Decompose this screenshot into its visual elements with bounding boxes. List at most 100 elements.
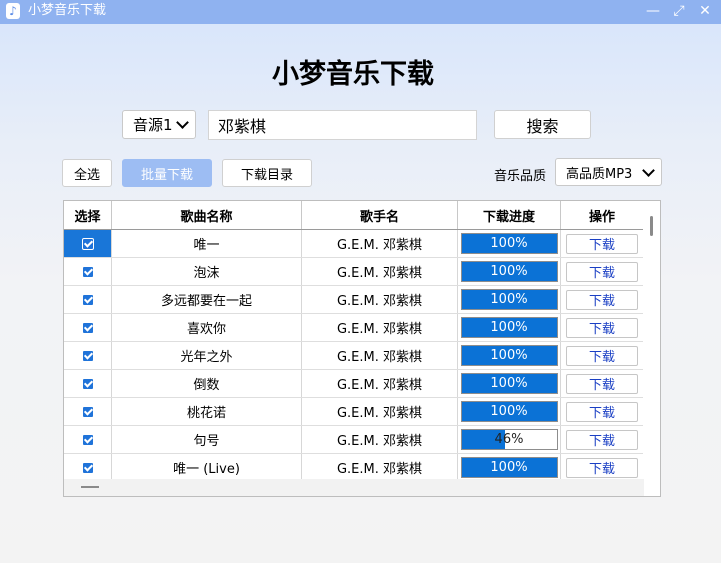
table-row[interactable]: 泡沫 G.E.M. 邓紫棋 100% 下载 xyxy=(64,258,644,286)
table-row[interactable]: 唯一 G.E.M. 邓紫棋 100% 下载 xyxy=(64,230,644,258)
table-body: 唯一 G.E.M. 邓紫棋 100% 下载 泡沫 G.E.M. 邓紫棋 100% 下载 多远都要… xyxy=(64,230,644,482)
horizontal-scrollbar[interactable] xyxy=(64,479,644,496)
table-row[interactable]: 倒数 G.E.M. 邓紫棋 100% 下载 xyxy=(64,370,644,398)
vertical-scrollbar[interactable] xyxy=(643,201,660,480)
header-select: 选择 xyxy=(64,201,112,229)
song-name-cell: 唯一 xyxy=(112,230,302,257)
progress-cell: 100% xyxy=(458,370,561,397)
table-row[interactable]: 光年之外 G.E.M. 邓紫棋 100% 下载 xyxy=(64,342,644,370)
horizontal-scroll-thumb[interactable] xyxy=(81,486,99,488)
download-progress-bar: 100% xyxy=(460,233,558,254)
select-all-label: 全选 xyxy=(73,167,100,183)
search-button[interactable]: 搜索 xyxy=(494,110,591,139)
header-action: 操作 xyxy=(561,201,644,229)
header-artist: 歌手名 xyxy=(302,201,458,229)
download-button[interactable]: 下载 xyxy=(566,457,638,478)
select-cell[interactable] xyxy=(64,258,112,285)
table-row[interactable]: 多远都要在一起 G.E.M. 邓紫棋 100% 下载 xyxy=(64,286,644,314)
select-cell[interactable] xyxy=(64,230,112,257)
download-button[interactable]: 下载 xyxy=(566,317,638,338)
download-button[interactable]: 下载 xyxy=(566,289,638,310)
checkbox-checked-icon[interactable] xyxy=(81,433,94,446)
minimize-icon[interactable]: — xyxy=(640,0,666,24)
checkbox-checked-icon[interactable] xyxy=(81,237,94,250)
close-icon[interactable]: ✕ xyxy=(692,0,718,24)
search-input[interactable]: 邓紫棋 xyxy=(208,110,477,140)
select-cell[interactable] xyxy=(64,426,112,453)
chevron-down-icon xyxy=(176,116,189,129)
progress-cell: 100% xyxy=(458,454,561,481)
quality-select-value: 高品质MP3 xyxy=(566,166,633,182)
music-note-icon: ♪ xyxy=(6,3,20,19)
download-button[interactable]: 下载 xyxy=(566,373,638,394)
table-row[interactable]: 桃花诺 G.E.M. 邓紫棋 100% 下载 xyxy=(64,398,644,426)
search-button-label: 搜索 xyxy=(526,116,559,136)
quality-select[interactable]: 高品质MP3 xyxy=(555,158,662,186)
checkbox-checked-icon[interactable] xyxy=(81,293,94,306)
song-name-cell: 句号 xyxy=(112,426,302,453)
song-name-cell: 泡沫 xyxy=(112,258,302,285)
select-cell[interactable] xyxy=(64,454,112,481)
song-name-cell: 喜欢你 xyxy=(112,314,302,341)
checkbox-checked-icon[interactable] xyxy=(81,321,94,334)
page-title: 小梦音乐下载 xyxy=(272,59,434,90)
checkbox-checked-icon[interactable] xyxy=(81,461,94,474)
artist-cell: G.E.M. 邓紫棋 xyxy=(302,426,458,453)
artist-cell: G.E.M. 邓紫棋 xyxy=(302,454,458,481)
progress-cell: 100% xyxy=(458,230,561,257)
download-button[interactable]: 下载 xyxy=(566,345,638,366)
download-directory-button[interactable]: 下载目录 xyxy=(222,159,312,187)
table-row[interactable]: 唯一 (Live) G.E.M. 邓紫棋 100% 下载 xyxy=(64,454,644,482)
select-cell[interactable] xyxy=(64,286,112,313)
download-progress-bar: 100% xyxy=(460,289,558,310)
download-button[interactable]: 下载 xyxy=(566,401,638,422)
song-name-cell: 桃花诺 xyxy=(112,398,302,425)
progress-text: 100% xyxy=(490,264,528,279)
header-progress: 下载进度 xyxy=(458,201,561,229)
source-select[interactable]: 音源1 xyxy=(122,110,196,139)
select-cell[interactable] xyxy=(64,398,112,425)
artist-cell: G.E.M. 邓紫棋 xyxy=(302,342,458,369)
progress-cell: 100% xyxy=(458,342,561,369)
action-cell: 下载 xyxy=(561,398,644,425)
progress-text: 100% xyxy=(490,236,528,251)
download-button[interactable]: 下载 xyxy=(566,233,638,254)
vertical-scroll-thumb[interactable] xyxy=(650,216,653,236)
artist-cell: G.E.M. 邓紫棋 xyxy=(302,398,458,425)
song-table: 选择 歌曲名称 歌手名 下载进度 操作 唯一 G.E.M. 邓紫棋 100% 下载 泡沫… xyxy=(63,200,661,497)
restore-icon[interactable]: ⤢ xyxy=(666,0,692,24)
checkbox-checked-icon[interactable] xyxy=(81,265,94,278)
select-cell[interactable] xyxy=(64,342,112,369)
chevron-down-icon xyxy=(642,163,655,177)
download-button[interactable]: 下载 xyxy=(566,261,638,282)
action-cell: 下载 xyxy=(561,258,644,285)
progress-text: 100% xyxy=(490,348,528,363)
action-cell: 下载 xyxy=(561,342,644,369)
title-bar: ♪ 小梦音乐下载 — ⤢ ✕ xyxy=(0,0,721,24)
download-button[interactable]: 下载 xyxy=(566,429,638,450)
table-row[interactable]: 喜欢你 G.E.M. 邓紫棋 100% 下载 xyxy=(64,314,644,342)
table-row[interactable]: 句号 G.E.M. 邓紫棋 46% 下载 xyxy=(64,426,644,454)
quality-label: 音乐品质 xyxy=(494,169,547,184)
download-progress-bar: 100% xyxy=(460,345,558,366)
progress-cell: 100% xyxy=(458,286,561,313)
progress-cell: 100% xyxy=(458,314,561,341)
progress-cell: 46% xyxy=(458,426,561,453)
song-name-cell: 光年之外 xyxy=(112,342,302,369)
window-title: 小梦音乐下载 xyxy=(28,3,107,18)
search-input-value: 邓紫棋 xyxy=(218,117,267,136)
progress-text: 100% xyxy=(490,376,528,391)
song-name-cell: 唯一 (Live) xyxy=(112,454,302,481)
batch-download-button[interactable]: 批量下载 xyxy=(122,159,212,187)
checkbox-checked-icon[interactable] xyxy=(81,405,94,418)
select-all-button[interactable]: 全选 xyxy=(62,159,112,187)
select-cell[interactable] xyxy=(64,370,112,397)
select-cell[interactable] xyxy=(64,314,112,341)
checkbox-checked-icon[interactable] xyxy=(81,349,94,362)
progress-cell: 100% xyxy=(458,398,561,425)
artist-cell: G.E.M. 邓紫棋 xyxy=(302,314,458,341)
action-cell: 下载 xyxy=(561,230,644,257)
song-name-cell: 多远都要在一起 xyxy=(112,286,302,313)
checkbox-checked-icon[interactable] xyxy=(81,377,94,390)
action-cell: 下载 xyxy=(561,286,644,313)
